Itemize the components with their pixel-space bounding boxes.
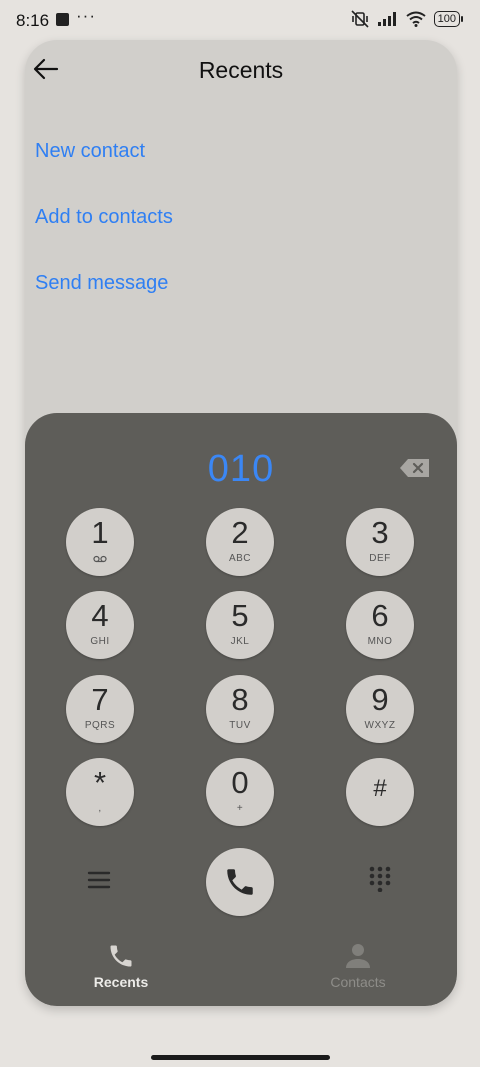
more-notifications-icon: ··· <box>76 6 96 25</box>
dialpad-panel: 010 1 2 ABC 3 DEF 4 GHI 5 JKL 6 MNO 7 PQ… <box>25 413 457 1006</box>
key-letters: DEF <box>369 553 391 564</box>
person-icon <box>346 944 370 968</box>
key-digit: 0 <box>231 765 249 800</box>
key-digit: # <box>373 775 387 802</box>
call-button[interactable] <box>206 848 274 916</box>
status-bar: 8:16 ··· 100 <box>0 0 480 40</box>
key-letters: PQRS <box>84 720 116 731</box>
key-9[interactable]: 9 WXYZ <box>346 675 414 743</box>
voicemail-icon <box>93 555 107 563</box>
tab-contacts-label: Contacts <box>330 974 386 990</box>
signal-icon <box>377 12 396 26</box>
phone-icon <box>227 869 253 895</box>
key-4[interactable]: 4 GHI <box>66 591 134 659</box>
key-digit: 4 <box>91 598 109 633</box>
key-star[interactable]: * , <box>66 758 134 826</box>
key-digit: 8 <box>231 682 249 717</box>
key-letters: TUV <box>229 720 251 731</box>
key-digit: * <box>93 765 107 800</box>
recents-card: Recents New contact Add to contacts Send… <box>25 40 457 1006</box>
page-title: Recents <box>198 57 284 83</box>
key-3[interactable]: 3 DEF <box>346 508 414 576</box>
key-letters: + <box>236 803 244 814</box>
key-letters: , <box>98 803 102 814</box>
key-2[interactable]: 2 ABC <box>206 508 274 576</box>
key-6[interactable]: 6 MNO <box>346 591 414 659</box>
key-letters: JKL <box>230 636 250 647</box>
key-letters: ABC <box>228 553 252 564</box>
recents-phone-icon <box>110 945 132 967</box>
add-to-contacts-link[interactable]: Add to contacts <box>35 206 173 229</box>
key-digit: 9 <box>371 682 389 717</box>
key-digit: 7 <box>91 682 109 717</box>
key-0[interactable]: 0 + <box>206 758 274 826</box>
wifi-icon <box>406 11 426 27</box>
key-8[interactable]: 8 TUV <box>206 675 274 743</box>
key-1[interactable]: 1 <box>66 508 134 576</box>
key-digit: 1 <box>91 515 109 550</box>
home-indicator[interactable] <box>151 1055 330 1060</box>
tab-recents-label: Recents <box>93 974 149 990</box>
dialpad-icon <box>369 866 391 893</box>
vibrate-off-icon <box>351 10 369 28</box>
key-letters: WXYZ <box>364 720 396 731</box>
status-icons: 100 <box>350 10 464 28</box>
tab-contacts[interactable]: Contacts <box>278 940 438 1000</box>
key-hash[interactable]: # <box>346 758 414 826</box>
new-contact-link[interactable]: New contact <box>35 140 145 163</box>
key-letters: GHI <box>90 636 110 647</box>
menu-button[interactable] <box>85 866 113 894</box>
key-letters: MNO <box>367 636 393 647</box>
send-message-link[interactable]: Send message <box>35 272 168 295</box>
key-digit: 5 <box>231 598 249 633</box>
key-5[interactable]: 5 JKL <box>206 591 274 659</box>
notification-icon <box>56 13 69 26</box>
key-digit: 3 <box>371 515 389 550</box>
tab-recents[interactable]: Recents <box>41 940 201 1000</box>
battery-icon: 100 <box>433 11 464 27</box>
header: Recents <box>25 40 457 104</box>
key-7[interactable]: 7 PQRS <box>66 675 134 743</box>
menu-icon <box>87 871 111 889</box>
key-digit: 2 <box>231 515 249 550</box>
key-digit: 6 <box>371 598 389 633</box>
backspace-button[interactable] <box>399 458 431 478</box>
dialed-number[interactable]: 010 <box>25 448 457 491</box>
status-time: 8:16 <box>16 11 50 30</box>
hide-keypad-button[interactable] <box>369 866 391 893</box>
backspace-icon <box>400 459 429 477</box>
